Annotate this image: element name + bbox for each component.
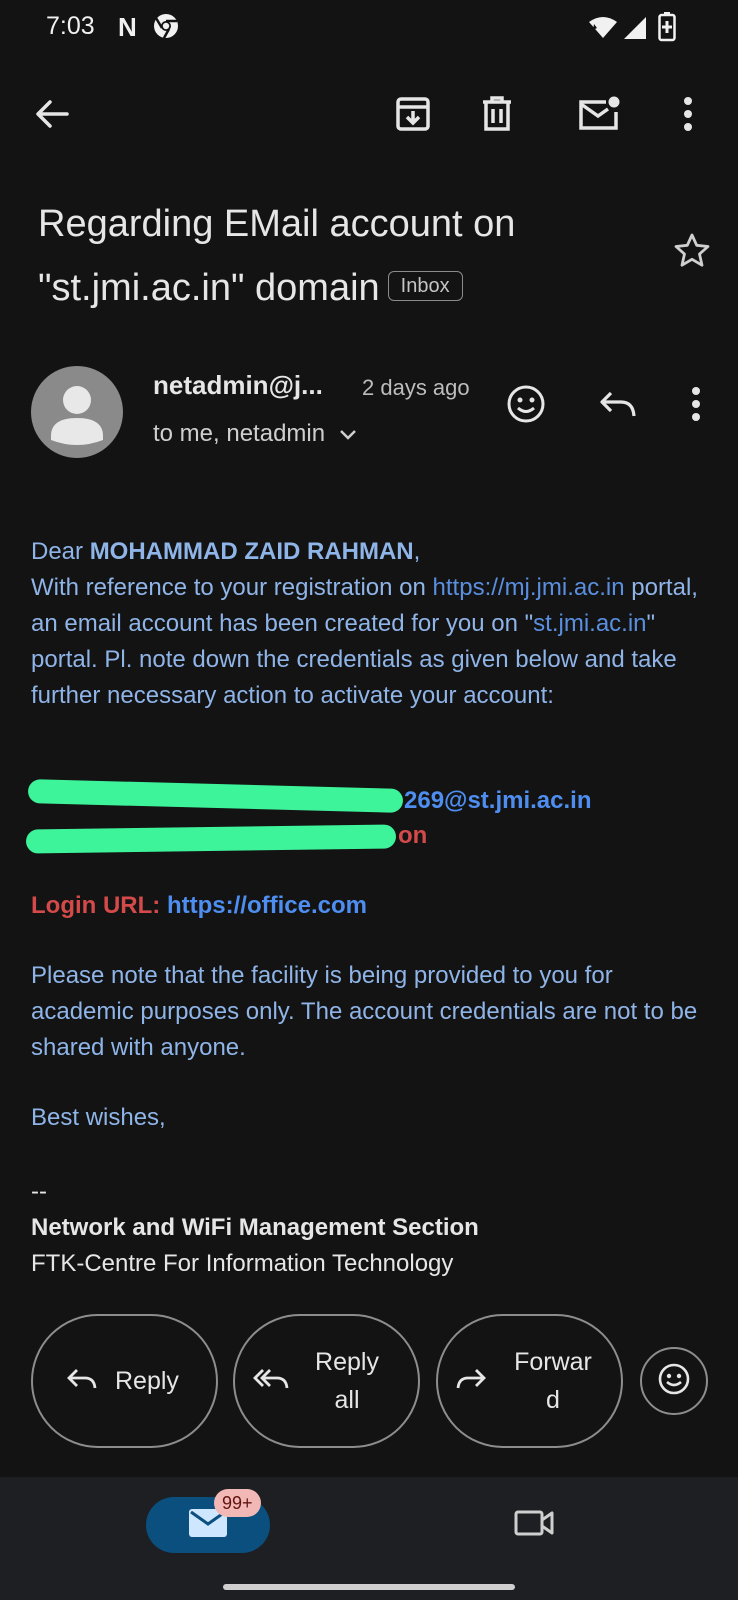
home-indicator[interactable]: [223, 1584, 515, 1590]
message-more-button[interactable]: [670, 380, 722, 432]
body-paragraph-1a: With reference to your registration on: [31, 574, 433, 601]
meet-tab[interactable]: [506, 1497, 562, 1553]
more-vert-icon: [683, 96, 693, 136]
archive-button[interactable]: [389, 92, 437, 140]
reply-all-label-line1: Reply: [315, 1348, 379, 1376]
status-time: 7:03: [46, 12, 95, 40]
back-arrow-icon: [35, 99, 69, 134]
forward-label: Forwar d: [508, 1343, 598, 1419]
domain-link[interactable]: st.jmi.ac.in: [533, 610, 646, 637]
login-url-line: Login URL: https://office.com: [31, 888, 711, 924]
email-subject: Regarding EMail account on "st.jmi.ac.in…: [38, 192, 638, 320]
reply-icon: [67, 1368, 97, 1395]
delete-button[interactable]: [473, 92, 521, 140]
star-button[interactable]: [668, 228, 716, 276]
redaction-mark: [25, 824, 397, 854]
wifi-icon: [588, 16, 618, 45]
reply-all-button[interactable]: Reply all: [233, 1314, 420, 1448]
greeting-suffix: ,: [413, 538, 421, 565]
forward-label-line2: d: [546, 1386, 560, 1414]
reply-header-button[interactable]: [592, 380, 644, 432]
reply-all-label-line2: all: [334, 1386, 360, 1414]
username-visible-part[interactable]: 269@st.jmi.ac.in: [404, 783, 592, 819]
recipients-text: to me, netadmin: [153, 420, 326, 447]
reply-all-label: Reply all: [307, 1343, 387, 1419]
smiley-icon: [506, 384, 546, 429]
mark-unread-icon: [578, 96, 620, 137]
unread-count-badge: 99+: [214, 1489, 261, 1517]
person-icon: [51, 386, 103, 445]
reply-icon: [599, 390, 637, 423]
reply-button[interactable]: Reply: [31, 1314, 218, 1448]
more-options-button[interactable]: [664, 92, 712, 140]
chrome-icon: [152, 12, 180, 45]
back-button[interactable]: [28, 92, 76, 140]
sender-name[interactable]: netadmin@j...: [153, 370, 323, 401]
star-icon: [673, 232, 711, 273]
signature-line-1: Network and WiFi Management Section: [31, 1214, 479, 1241]
redaction-mark: [27, 779, 404, 813]
chevron-down-icon: [339, 420, 357, 448]
reply-label: Reply: [115, 1367, 179, 1395]
recipient-name: MOHAMMAD ZAID RAHMAN: [89, 538, 414, 565]
recipients-toggle[interactable]: to me, netadmin: [153, 420, 357, 448]
trash-icon: [481, 95, 513, 137]
login-url-link[interactable]: https://office.com: [167, 892, 367, 919]
more-vert-icon: [691, 386, 701, 426]
email-body-intro: Dear MOHAMMAD ZAID RAHMAN, With referenc…: [31, 534, 711, 714]
video-icon: [514, 1508, 554, 1543]
bottom-navigation: 99+: [0, 1477, 738, 1600]
signature-dash: --: [31, 1178, 47, 1205]
greeting-prefix: Dear: [31, 538, 90, 565]
body-paragraph-2: Please note that the facility is being p…: [31, 962, 698, 1061]
avatar[interactable]: [31, 366, 123, 458]
signature-line-2: FTK-Centre For Information Technology: [31, 1250, 454, 1277]
email-time: 2 days ago: [362, 375, 470, 400]
inbox-label[interactable]: Inbox: [387, 270, 463, 301]
login-url-label: Login URL:: [31, 892, 167, 919]
emoji-react-button[interactable]: [640, 1347, 708, 1415]
registration-link[interactable]: https://mj.jmi.ac.in: [433, 574, 625, 601]
password-visible-part: on: [398, 822, 428, 849]
signal-icon: [622, 16, 648, 45]
archive-icon: [395, 96, 431, 137]
status-bar: 7:03 N: [0, 0, 738, 56]
forward-button[interactable]: Forwar d: [436, 1314, 623, 1448]
forward-label-line1: Forwar: [514, 1348, 592, 1376]
netflix-icon: N: [118, 12, 137, 42]
react-emoji-button[interactable]: [500, 380, 552, 432]
closing-text: Best wishes,: [31, 1104, 166, 1131]
reply-all-icon: [253, 1368, 289, 1395]
battery-charging-icon: [658, 12, 676, 47]
mark-unread-button[interactable]: [575, 92, 623, 140]
smiley-icon: [657, 1362, 691, 1401]
forward-icon: [456, 1368, 486, 1395]
